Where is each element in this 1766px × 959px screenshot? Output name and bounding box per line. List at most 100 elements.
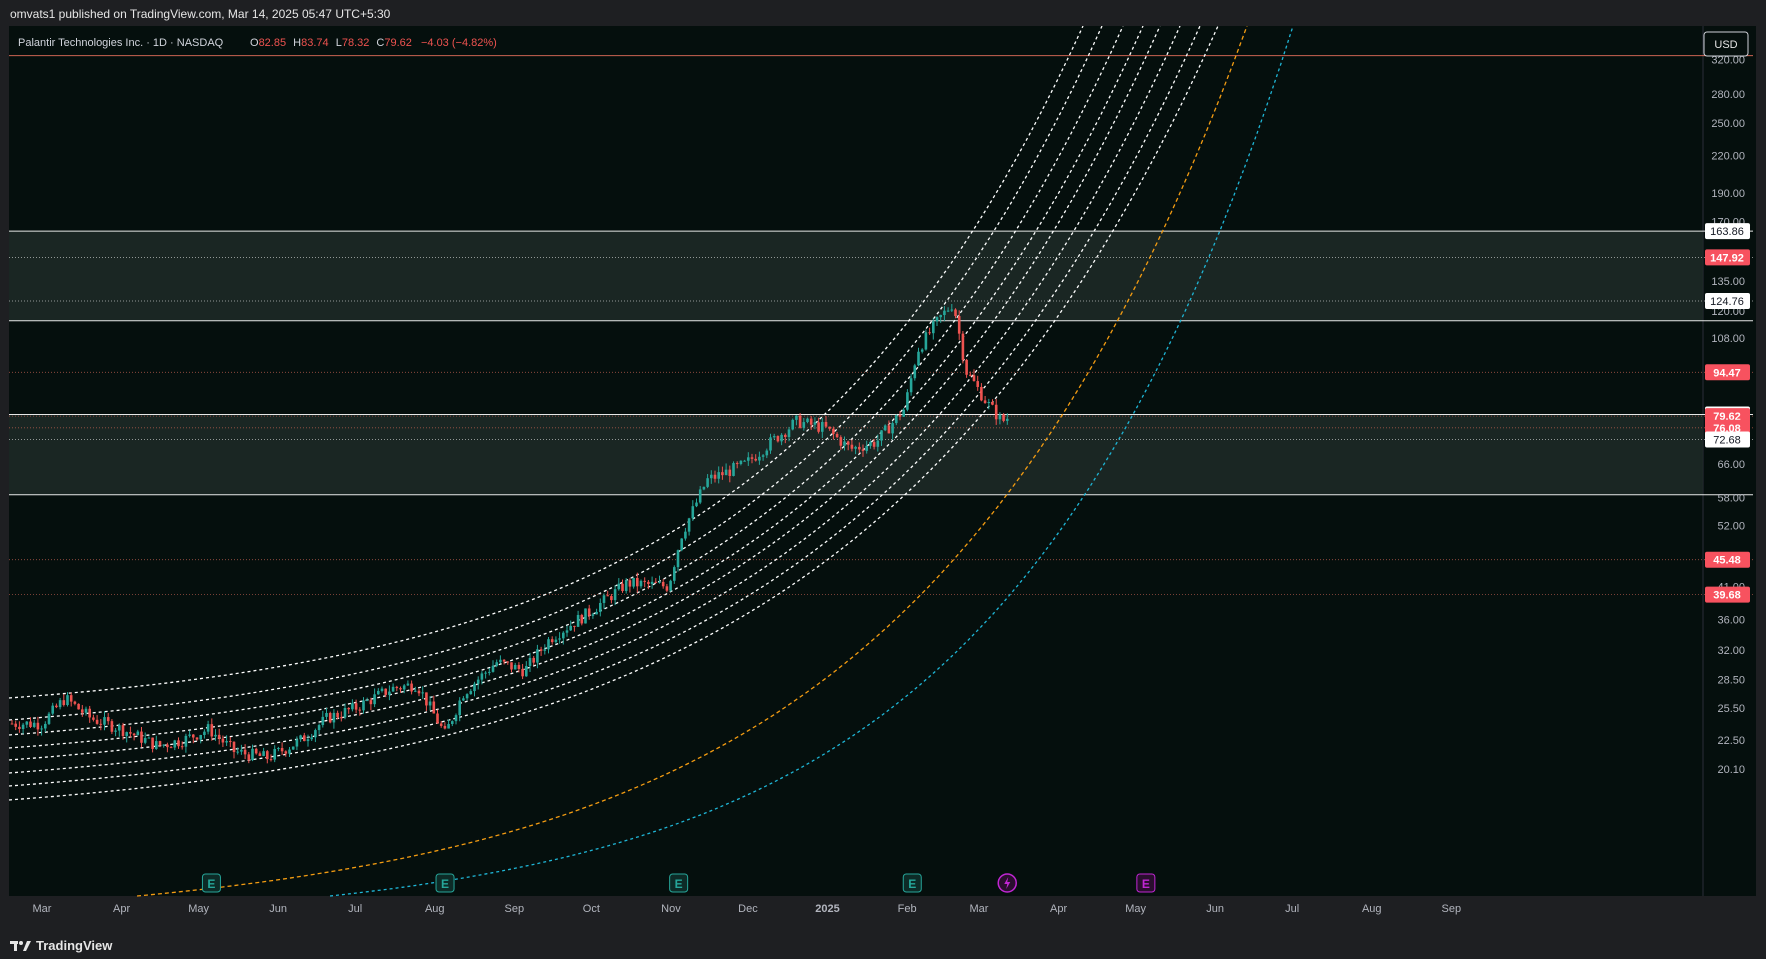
- candle[interactable]: [62, 700, 66, 706]
- candle[interactable]: [987, 401, 991, 404]
- candle[interactable]: [880, 430, 883, 441]
- candle[interactable]: [354, 703, 358, 710]
- candle[interactable]: [277, 748, 280, 750]
- candle[interactable]: [998, 414, 1002, 420]
- candle[interactable]: [754, 458, 757, 461]
- candle[interactable]: [58, 700, 62, 708]
- candle[interactable]: [980, 386, 983, 401]
- candle[interactable]: [484, 672, 487, 674]
- candle[interactable]: [51, 705, 54, 714]
- candle[interactable]: [384, 688, 387, 695]
- candle[interactable]: [488, 671, 491, 673]
- candle[interactable]: [772, 436, 776, 438]
- candle[interactable]: [421, 692, 424, 694]
- candle[interactable]: [728, 469, 732, 476]
- candle[interactable]: [95, 719, 99, 724]
- candle[interactable]: [269, 759, 273, 761]
- candle[interactable]: [965, 359, 968, 375]
- candle[interactable]: [824, 421, 828, 427]
- candle[interactable]: [861, 449, 865, 451]
- candle[interactable]: [499, 659, 502, 663]
- candle[interactable]: [399, 688, 402, 690]
- candle[interactable]: [166, 744, 169, 748]
- candle[interactable]: [206, 724, 210, 732]
- candle[interactable]: [188, 734, 191, 736]
- candle[interactable]: [454, 715, 458, 722]
- candle[interactable]: [132, 733, 136, 736]
- candle[interactable]: [517, 664, 521, 669]
- candle[interactable]: [158, 741, 162, 746]
- candle[interactable]: [832, 428, 835, 434]
- candle[interactable]: [314, 730, 317, 738]
- candle[interactable]: [669, 580, 672, 591]
- candle[interactable]: [528, 657, 532, 666]
- candle[interactable]: [81, 709, 84, 713]
- candle[interactable]: [25, 721, 29, 725]
- candle[interactable]: [140, 731, 143, 743]
- candle[interactable]: [798, 415, 802, 428]
- candle[interactable]: [795, 415, 798, 420]
- candle[interactable]: [573, 625, 576, 627]
- candle[interactable]: [665, 586, 669, 591]
- candle[interactable]: [92, 717, 95, 720]
- candle[interactable]: [432, 701, 436, 714]
- candle[interactable]: [898, 415, 902, 417]
- candle[interactable]: [29, 721, 32, 727]
- candle[interactable]: [358, 709, 362, 711]
- candle[interactable]: [673, 567, 676, 581]
- candle[interactable]: [602, 595, 606, 603]
- candle[interactable]: [624, 580, 628, 592]
- candle[interactable]: [247, 754, 251, 761]
- candle[interactable]: [769, 437, 772, 451]
- candle[interactable]: [957, 316, 961, 334]
- candle[interactable]: [991, 401, 994, 405]
- candle[interactable]: [865, 445, 868, 451]
- candle[interactable]: [628, 580, 632, 587]
- candle[interactable]: [554, 639, 558, 643]
- candle[interactable]: [510, 662, 513, 670]
- candle[interactable]: [18, 726, 21, 730]
- candle[interactable]: [647, 581, 650, 584]
- candle[interactable]: [887, 425, 891, 434]
- candle[interactable]: [1006, 418, 1009, 421]
- candle[interactable]: [994, 404, 998, 420]
- candle[interactable]: [217, 734, 221, 739]
- candle[interactable]: [155, 741, 158, 749]
- candle[interactable]: [917, 351, 920, 366]
- candle[interactable]: [698, 489, 702, 503]
- candle[interactable]: [739, 460, 743, 465]
- candle[interactable]: [650, 581, 654, 584]
- candle[interactable]: [118, 725, 121, 731]
- candle[interactable]: [184, 735, 188, 747]
- candle[interactable]: [928, 332, 931, 334]
- candle[interactable]: [809, 418, 813, 425]
- candle[interactable]: [414, 690, 417, 692]
- candle[interactable]: [129, 732, 132, 734]
- candle[interactable]: [543, 649, 547, 651]
- candle[interactable]: [240, 749, 243, 752]
- candle[interactable]: [373, 694, 376, 705]
- candle[interactable]: [84, 708, 88, 713]
- candle[interactable]: [717, 472, 720, 479]
- candle[interactable]: [713, 474, 717, 479]
- candle[interactable]: [758, 456, 761, 461]
- candle[interactable]: [162, 744, 165, 746]
- candle[interactable]: [332, 712, 336, 723]
- candle[interactable]: [687, 518, 691, 532]
- candle[interactable]: [743, 460, 746, 462]
- candle[interactable]: [73, 701, 77, 704]
- candle[interactable]: [151, 737, 154, 749]
- candle[interactable]: [325, 712, 328, 717]
- candle[interactable]: [521, 668, 524, 677]
- candle[interactable]: [806, 418, 809, 423]
- candle[interactable]: [784, 434, 787, 437]
- candle[interactable]: [229, 741, 232, 743]
- candle[interactable]: [10, 723, 14, 725]
- candle[interactable]: [462, 698, 465, 701]
- candle[interactable]: [473, 683, 476, 692]
- candle[interactable]: [954, 309, 957, 317]
- price-chart[interactable]: 20.1022.5025.5028.5032.0036.0041.0052.00…: [0, 0, 1766, 930]
- candle[interactable]: [576, 614, 580, 627]
- candle[interactable]: [787, 429, 791, 437]
- candle[interactable]: [369, 700, 373, 705]
